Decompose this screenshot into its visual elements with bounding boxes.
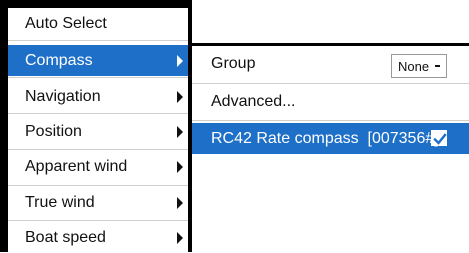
menu-item-label: Position	[25, 122, 82, 140]
menu-item-navigation[interactable]: Navigation	[8, 81, 188, 112]
compass-submenu: Group None Advanced... RC42 Rate compass…	[192, 43, 469, 252]
menu-separator	[8, 220, 188, 221]
checkmark-icon	[433, 133, 447, 145]
menu-item-apparent-wind[interactable]: Apparent wind	[8, 151, 188, 182]
chevron-right-icon	[177, 54, 183, 67]
menu-separator	[8, 149, 188, 150]
submenu-item-advanced[interactable]: Advanced...	[192, 86, 469, 117]
menu-separator	[8, 113, 188, 114]
menu-item-label: Navigation	[25, 87, 101, 105]
chevron-right-icon	[177, 160, 183, 173]
menu-frame-left	[0, 0, 8, 252]
dropdown-caret-icon	[435, 65, 440, 67]
device-checkbox[interactable]	[431, 130, 447, 146]
device-label: RC42 Rate compass [007356#]	[211, 129, 439, 147]
menu-frame-top	[0, 0, 192, 8]
menu-item-label: Auto Select	[25, 14, 107, 32]
submenu-item-device-rc42[interactable]: RC42 Rate compass [007356#]	[192, 123, 469, 154]
menu-separator	[8, 77, 188, 78]
group-dropdown-value: None	[398, 58, 430, 74]
main-menu: Auto Select Compass Navigation Position …	[8, 8, 188, 252]
group-label: Group	[211, 54, 256, 72]
menu-item-true-wind[interactable]: True wind	[8, 187, 188, 218]
submenu-separator	[192, 83, 469, 84]
submenu-separator	[192, 120, 469, 121]
menu-item-auto-select[interactable]: Auto Select	[8, 8, 188, 39]
menu-item-boat-speed[interactable]: Boat speed	[8, 222, 188, 253]
menu-item-label: Apparent wind	[25, 157, 128, 175]
chevron-right-icon	[177, 90, 183, 103]
menu-item-compass[interactable]: Compass	[8, 45, 188, 76]
menu-separator	[8, 185, 188, 186]
submenu-item-group[interactable]: Group None	[192, 48, 469, 79]
menu-item-label: Compass	[25, 51, 93, 69]
menu-item-position[interactable]: Position	[8, 116, 188, 147]
chevron-right-icon	[177, 196, 183, 209]
chevron-right-icon	[177, 125, 183, 138]
chevron-right-icon	[177, 231, 183, 244]
menu-item-label: True wind	[25, 193, 95, 211]
advanced-label: Advanced...	[211, 92, 296, 110]
group-dropdown[interactable]: None	[391, 54, 447, 78]
menu-separator	[8, 40, 188, 41]
menu-item-label: Boat speed	[25, 228, 106, 246]
